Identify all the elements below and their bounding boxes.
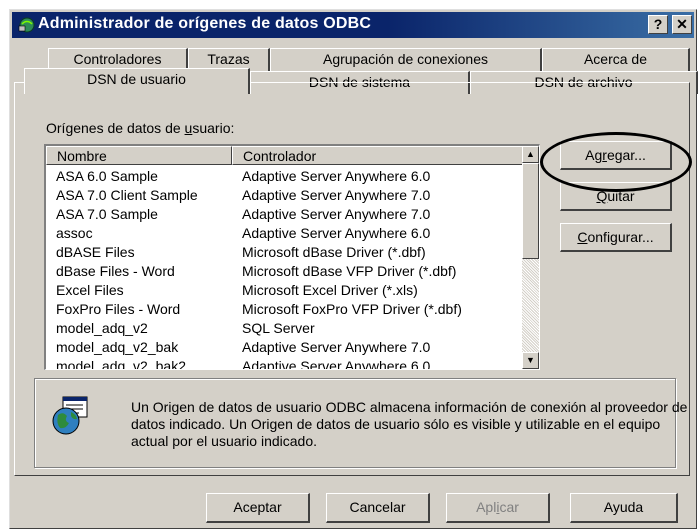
tab-acerca-de[interactable]: Acerca de: [542, 48, 690, 71]
vertical-scrollbar[interactable]: ▲ ▼: [522, 146, 539, 369]
odbc-app-icon: [18, 17, 35, 33]
list-row[interactable]: ASA 7.0 Client Sample Adaptive Server Any…: [46, 186, 524, 205]
list-row[interactable]: model_adq_v2 SQL Server: [46, 319, 524, 338]
title-bar[interactable]: Administrador de orígenes de datos ODBC …: [12, 12, 694, 38]
ok-button[interactable]: Aceptar: [206, 493, 310, 523]
window-title: Administrador de orígenes de datos ODBC: [38, 15, 372, 32]
list-rows: ASA 6.0 Sample Adaptive Server Anywhere 6…: [46, 167, 524, 369]
list-label: Orígenes de datos de usuario:: [46, 120, 235, 136]
dsn-list[interactable]: Nombre Controlador ASA 6.0 Sample Adaptiv…: [44, 144, 540, 370]
apply-button[interactable]: Aplicar: [446, 493, 550, 523]
column-header-controlador[interactable]: Controlador: [232, 146, 524, 165]
scroll-up-arrow-icon[interactable]: ▲: [522, 146, 539, 163]
scroll-down-arrow-icon[interactable]: ▼: [522, 352, 539, 369]
help-bottom-button[interactable]: Ayuda: [570, 493, 678, 523]
configure-button[interactable]: Configurar...: [560, 223, 672, 252]
highlight-circle-annotation: [540, 132, 692, 192]
tab-agrupacion-conexiones[interactable]: Agrupación de conexiones: [270, 48, 542, 71]
list-row[interactable]: FoxPro Files - Word Microsoft FoxPro VFP …: [46, 300, 524, 319]
help-button[interactable]: ?: [648, 15, 668, 34]
info-box: Un Origen de datos de usuario ODBC almac…: [34, 378, 687, 468]
list-row[interactable]: assoc Adaptive Server Anywhere 6.0: [46, 224, 524, 243]
odbc-globe-icon: [52, 396, 88, 435]
column-header-nombre[interactable]: Nombre: [46, 146, 232, 165]
list-row[interactable]: dBASE Files Microsoft dBase Driver (*.dbf…: [46, 243, 524, 262]
scroll-thumb[interactable]: [522, 163, 539, 259]
list-header: Nombre Controlador: [46, 146, 524, 165]
list-row[interactable]: ASA 6.0 Sample Adaptive Server Anywhere 6…: [46, 167, 524, 186]
list-row[interactable]: model_adq_v2_bak Adaptive Server Anywhere…: [46, 338, 524, 357]
list-row[interactable]: ASA 7.0 Sample Adaptive Server Anywhere 7…: [46, 205, 524, 224]
tab-dsn-usuario[interactable]: DSN de usuario: [24, 68, 250, 94]
info-text: Un Origen de datos de usuario ODBC almac…: [131, 399, 688, 449]
close-button[interactable]: ✕: [672, 15, 692, 34]
list-row[interactable]: model_adq_v2_bak2 Adaptive Server Anywher…: [46, 357, 524, 369]
list-row[interactable]: dBase Files - Word Microsoft dBase VFP Dr…: [46, 262, 524, 281]
list-row[interactable]: Excel Files Microsoft Excel Driver (*.xls…: [46, 281, 524, 300]
cancel-button[interactable]: Cancelar: [326, 493, 430, 523]
